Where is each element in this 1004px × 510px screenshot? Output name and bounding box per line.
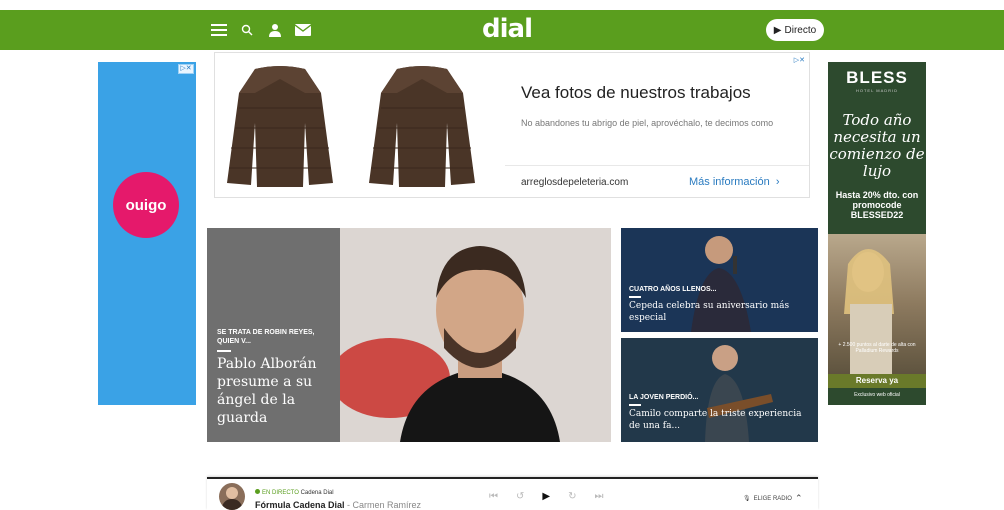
ad-domain: arreglosdepeleteria.com <box>521 177 629 188</box>
card-1-divider <box>629 296 641 298</box>
rewind-icon[interactable]: ↺ <box>516 491 524 502</box>
chevron-right-icon: › <box>772 176 780 188</box>
hero-headline[interactable]: Pablo Alborán presume a su ángel de la g… <box>217 355 337 427</box>
news-card-2[interactable]: LA JOVEN PERDIÓ... Camilo comparte la tr… <box>621 338 818 442</box>
station-name: Cadena Dial <box>300 490 334 496</box>
bless-subtitle: HOTEL MADRID <box>855 88 899 93</box>
ad-right-banner[interactable]: BLESS HOTEL MADRID Todo año necesita un … <box>828 62 926 405</box>
hero-photo <box>340 228 611 442</box>
ad-right-note: Exclusivo web oficial <box>854 392 900 398</box>
ad-left-banner[interactable]: ▷✕ ouigo <box>98 62 196 405</box>
card-2-headline[interactable]: Camilo comparte la triste experiencia de… <box>629 408 809 432</box>
card-2-kicker: LA JOVEN PERDIÓ... <box>629 394 699 401</box>
elige-radio-button[interactable]: 🎙 ELIGE RADIO ⌃ <box>743 493 803 504</box>
fur-coat-image-2 <box>369 66 475 187</box>
play-icon: ▶ <box>773 24 782 36</box>
fur-coat-image <box>227 66 333 187</box>
hero-article[interactable]: SE TRATA DE ROBIN REYES, QUIEN V... Pabl… <box>207 228 611 442</box>
host-name: Carmen Ramírez <box>352 500 422 510</box>
live-indicator: EN DIRECTO Cadena Dial <box>255 489 334 496</box>
top-bar: dial ▶ Directo <box>0 10 1004 50</box>
card-2-divider <box>629 404 641 406</box>
card-1-kicker: CUATRO AÑOS LLENOS... <box>629 286 717 293</box>
ad-description: No abandones tu abrigo de piel, aprovéch… <box>521 118 774 128</box>
ad-product-image <box>215 53 505 197</box>
ad-choices-icon[interactable]: ▷✕ <box>794 56 805 64</box>
ad-right-promo: Hasta 20% dto. con promocode BLESSED22 <box>835 190 919 220</box>
forward-icon[interactable]: ↻ <box>568 491 576 502</box>
chevron-up-icon: ⌃ <box>794 493 803 503</box>
host-avatar <box>219 483 245 510</box>
ouigo-logo: ouigo <box>113 172 179 238</box>
ad-more-info-link[interactable]: Más información › <box>689 176 780 188</box>
ad-cta-label: Más información <box>689 176 770 188</box>
hero-kicker: SE TRATA DE ROBIN REYES, QUIEN V... <box>217 329 315 345</box>
program-info: Fórmula Cadena Dial - Carmen Ramírez <box>255 500 421 510</box>
site-logo[interactable]: dial <box>482 14 533 44</box>
live-dot-icon <box>255 489 260 494</box>
mail-icon[interactable] <box>294 21 312 39</box>
player-controls: ⏮ ↺ ▶ ↻ ⏭ <box>489 491 603 502</box>
header-icons <box>210 21 312 39</box>
ad-top-banner[interactable]: ▷✕ Vea fotos de nuestros trabajos No aba… <box>214 52 810 198</box>
ad-choices-icon[interactable]: ▷✕ <box>178 64 194 74</box>
ad-divider <box>505 165 809 166</box>
directo-label: Directo <box>784 24 817 36</box>
hero-divider <box>217 350 231 352</box>
microphone-icon: 🎙 <box>743 496 751 502</box>
skip-forward-icon[interactable]: ⏭ <box>594 491 603 502</box>
radio-player: EN DIRECTO Cadena Dial Fórmula Cadena Di… <box>207 477 818 510</box>
ad-right-fine-print: + 2.500 puntos al darte de alta con Pall… <box>838 342 916 354</box>
bless-logo: BLESS <box>846 68 908 87</box>
reserva-button[interactable]: Reserva ya <box>828 374 926 388</box>
ad-title: Vea fotos de nuestros trabajos <box>521 83 751 102</box>
live-tag: EN DIRECTO <box>262 490 299 496</box>
program-name: Fórmula Cadena Dial <box>255 500 345 510</box>
play-button[interactable]: ▶ <box>542 491 550 502</box>
elige-radio-label: ELIGE RADIO <box>753 495 792 502</box>
menu-icon[interactable] <box>210 21 228 39</box>
skip-back-icon[interactable]: ⏮ <box>489 491 498 502</box>
ad-right-headline: Todo año necesita un comienzo de lujo <box>829 111 925 180</box>
card-1-headline[interactable]: Cepeda celebra su aniversario más especi… <box>629 300 809 324</box>
search-icon[interactable] <box>238 21 256 39</box>
program-separator: - <box>344 500 353 510</box>
directo-button[interactable]: ▶ Directo <box>766 19 824 41</box>
news-card-1[interactable]: CUATRO AÑOS LLENOS... Cepeda celebra su … <box>621 228 818 332</box>
user-icon[interactable] <box>266 21 284 39</box>
